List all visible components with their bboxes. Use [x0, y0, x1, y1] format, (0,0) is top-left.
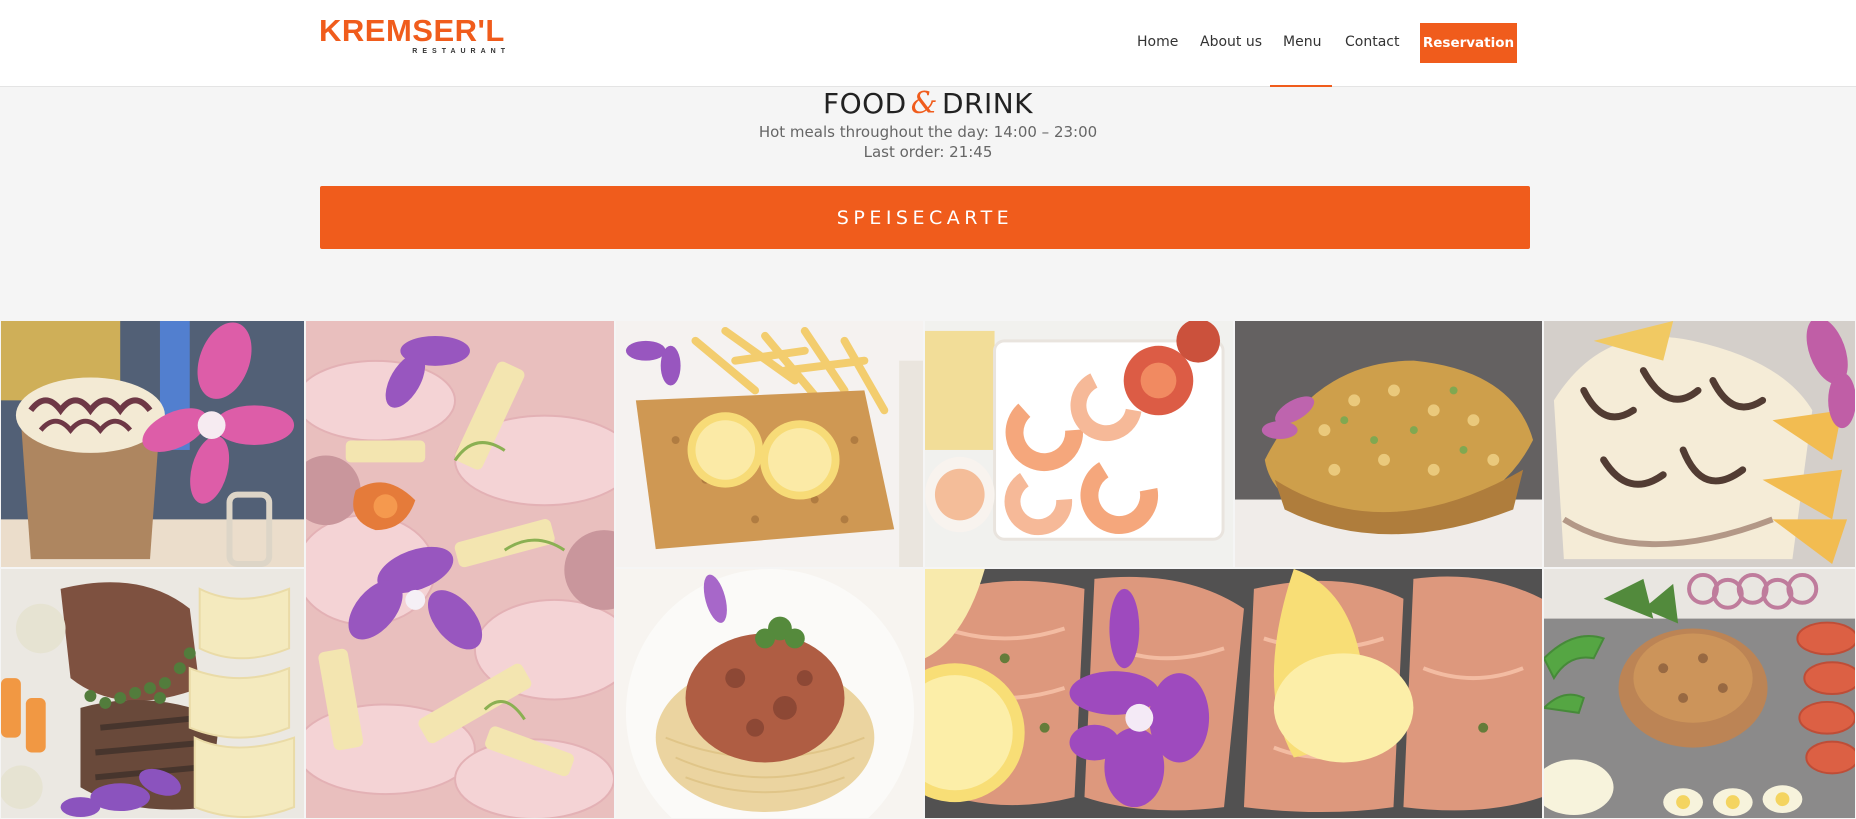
ham-and-cheese-platter-icon	[306, 321, 614, 818]
nav-active-indicator	[1270, 85, 1332, 87]
section-title-drink: DRINK	[941, 87, 1034, 120]
spaghetti-bolognese-photo[interactable]	[615, 568, 924, 819]
reservation-button[interactable]: Reservation	[1420, 23, 1517, 63]
schnitzel-fries-photo[interactable]	[615, 320, 924, 568]
opening-hours: Hot meals throughout the day: 14:00 – 23…	[0, 122, 1856, 162]
salmon-with-lemon-icon	[925, 569, 1542, 818]
nav-menu[interactable]: Menu	[1283, 34, 1321, 50]
steak-pasta-photo[interactable]	[0, 568, 305, 819]
section-title: FOOD & DRINK	[0, 86, 1856, 121]
smoked-salmon-photo[interactable]	[924, 568, 1543, 819]
ice-cream-sundae-icon	[1544, 321, 1855, 567]
tartare-plate-photo[interactable]	[1543, 568, 1856, 819]
iced-coffee-with-orchid-icon	[1, 321, 304, 567]
nav-home[interactable]: Home	[1137, 34, 1178, 50]
shrimp-cocktail-photo[interactable]	[924, 320, 1234, 568]
food-gallery	[0, 320, 1856, 819]
sundae-dessert-photo[interactable]	[1543, 320, 1856, 568]
beef-tartare-icon	[1544, 569, 1855, 818]
shrimp-plate-icon	[925, 321, 1233, 567]
schnitzel-with-lemon-icon	[616, 321, 923, 567]
site-header: KREMSER'L RESTAURANT Home About us Menu …	[0, 0, 1856, 87]
fried-rice-pineapple-photo[interactable]	[1234, 320, 1543, 568]
ampersand-glyph: &	[910, 86, 938, 121]
iced-coffee-dessert-photo[interactable]	[0, 320, 305, 568]
nav-contact[interactable]: Contact	[1345, 34, 1399, 50]
pineapple-fried-rice-icon	[1235, 321, 1542, 567]
pepper-steak-with-pasta-icon	[1, 569, 304, 818]
section-title-food: FOOD	[822, 87, 907, 120]
spaghetti-plate-icon	[616, 569, 923, 818]
nav-about-us[interactable]: About us	[1200, 34, 1262, 50]
opening-hours-text: Hot meals throughout the day: 14:00 – 23…	[758, 123, 1098, 161]
logo-subtext: RESTAURANT	[412, 48, 510, 55]
speisecarte-button[interactable]: SPEISECARTE	[320, 186, 1530, 249]
logo[interactable]: KREMSER'L RESTAURANT	[319, 14, 514, 58]
logo-text: KREMSER'L	[319, 13, 505, 48]
cold-cuts-platter-photo[interactable]	[305, 320, 615, 819]
